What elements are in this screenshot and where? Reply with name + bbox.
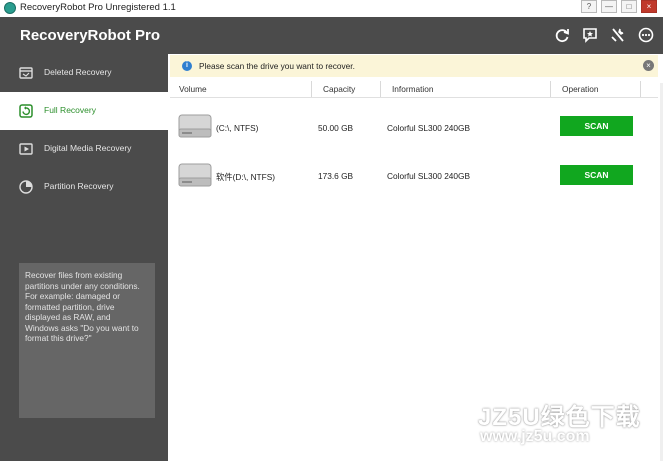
full-recovery-icon [19, 104, 33, 118]
app-title: RecoveryRobot Pro [20, 27, 161, 44]
header-toolbar [553, 26, 655, 44]
info-icon: i [182, 61, 192, 71]
column-header-volume[interactable]: Volume [168, 81, 312, 97]
notice-text: Please scan the drive you want to recove… [199, 61, 355, 71]
feedback-icon[interactable] [581, 26, 599, 44]
more-icon[interactable] [637, 26, 655, 44]
sidebar-item-label: Partition Recovery [44, 181, 114, 191]
mode-description-panel: Recover files from existing partitions u… [19, 263, 155, 418]
sidebar-item-label: Digital Media Recovery [44, 143, 132, 153]
minimize-window-button[interactable]: — [601, 0, 617, 13]
description-line: partitions under any conditions. [25, 280, 140, 291]
table-row: 软件(D:\, NTFS) 173.6 GB Colorful SL300 24… [168, 158, 658, 212]
sidebar-item-partition-recovery[interactable]: Partition Recovery [0, 168, 168, 206]
partition-icon [19, 180, 33, 194]
drive-information: Colorful SL300 240GB [387, 123, 471, 133]
volume-name: 软件(D:\, NTFS) [216, 172, 275, 182]
media-icon [19, 143, 33, 155]
help-window-button[interactable]: ? [581, 0, 597, 13]
description-line: formatted partition, drive [25, 301, 115, 312]
sidebar-item-label: Full Recovery [44, 105, 96, 115]
column-header-capacity[interactable]: Capacity [312, 81, 381, 97]
refresh-icon[interactable] [553, 26, 571, 44]
window-titlebar: RecoveryRobot Pro Unregistered 1.1 ? — □… [0, 0, 663, 17]
sidebar: Deleted Recovery Full Recovery Digital M… [0, 54, 168, 461]
watermark-main-text: JZ5U绿色下载 [478, 404, 641, 431]
tools-icon[interactable] [609, 26, 627, 44]
hard-drive-icon [178, 114, 212, 138]
window-controls: ? — □ × [581, 0, 657, 15]
description-line: displayed as RAW, and [25, 312, 111, 322]
table-row: (C:\, NTFS) 50.00 GB Colorful SL300 240G… [168, 104, 658, 158]
sidebar-item-digital-media-recovery[interactable]: Digital Media Recovery [0, 130, 168, 168]
close-window-button[interactable]: × [641, 0, 657, 13]
sidebar-item-label: Deleted Recovery [44, 67, 112, 77]
description-line: format this drive?" [25, 333, 92, 343]
app-header: RecoveryRobot Pro [0, 17, 663, 54]
capacity-value: 50.00 GB [318, 123, 354, 133]
description-line: Recover files from existing [25, 270, 123, 280]
window-title: RecoveryRobot Pro Unregistered 1.1 [20, 2, 176, 13]
watermark: JZ5U绿色下载 www.jz5u.com [478, 397, 641, 446]
sidebar-item-full-recovery[interactable]: Full Recovery [0, 92, 168, 130]
column-header-operation[interactable]: Operation [551, 81, 641, 97]
deleted-recovery-icon [19, 67, 33, 79]
close-notice-icon[interactable]: × [643, 60, 654, 71]
drive-information: Colorful SL300 240GB [387, 171, 471, 181]
scan-button[interactable]: SCAN [560, 116, 633, 136]
app-logo-icon [4, 2, 16, 14]
description-line: Windows asks "Do you want to [25, 322, 139, 333]
notice-bar: i Please scan the drive you want to reco… [170, 55, 658, 77]
maximize-window-button[interactable]: □ [621, 0, 637, 13]
header-divider [170, 97, 658, 98]
hard-drive-icon [178, 163, 212, 187]
description-line: For example: damaged or [25, 291, 121, 301]
scan-button[interactable]: SCAN [560, 165, 633, 185]
sidebar-item-deleted-recovery[interactable]: Deleted Recovery [0, 54, 168, 92]
capacity-value: 173.6 GB [318, 171, 354, 181]
column-header-information[interactable]: Information [381, 81, 551, 97]
volume-name: (C:\, NTFS) [216, 123, 259, 133]
